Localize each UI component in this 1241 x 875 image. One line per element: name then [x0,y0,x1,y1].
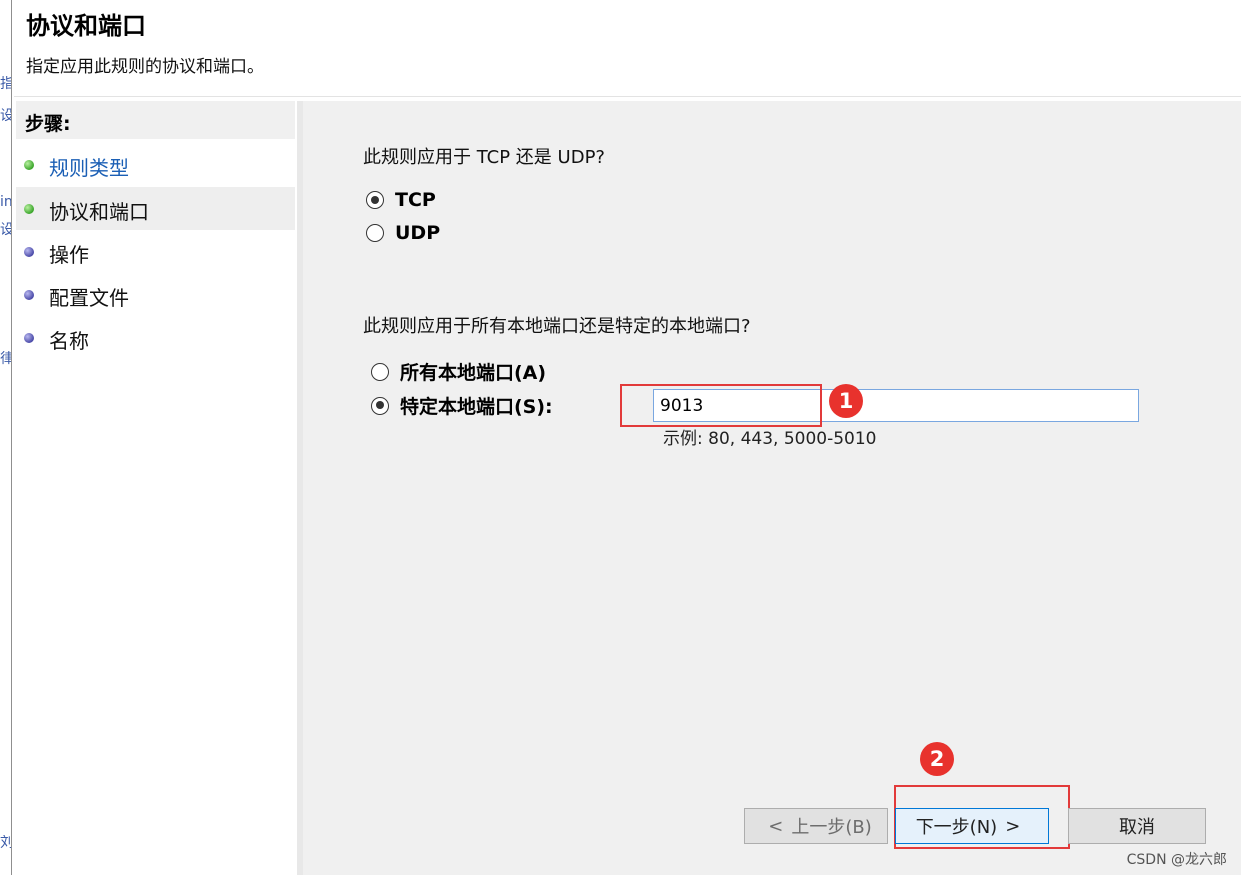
back-button[interactable]: < 上一步(B) [744,808,888,844]
next-button[interactable]: 下一步(N) > [895,808,1049,844]
radio-tcp[interactable]: TCP [366,189,436,211]
chevron-right-icon: > [1005,815,1021,837]
steps-heading: 步骤: [25,113,71,135]
next-button-label: 下一步(N) [915,817,998,838]
ports-example-text: 示例: 80, 443, 5000-5010 [663,429,877,449]
step-label: 规则类型 [49,156,129,180]
steps-panel: 步骤: 规则类型 协议和端口 操作 配置文件 名称 [14,101,297,875]
specific-ports-input[interactable] [653,389,1139,422]
radio-unchecked-icon[interactable] [371,362,389,381]
radio-all-local-ports[interactable]: 所有本地端口(A) [371,358,546,385]
page-title: 协议和端口 [26,12,146,40]
window-edge-divider [11,0,12,875]
step-dot-icon [24,290,34,300]
annotation-marker-2: 2 [920,742,954,776]
steps-header: 步骤: [16,101,295,139]
radio-tcp-label[interactable]: TCP [395,189,436,211]
annotation-marker-1: 1 [829,384,863,418]
radio-specific-ports-label[interactable]: 特定本地端口(S): [400,392,553,419]
header-divider [14,96,1241,97]
radio-checked-icon[interactable] [366,191,384,209]
step-item-profile: 配置文件 [16,273,295,316]
step-item-action: 操作 [16,230,295,273]
cancel-button[interactable]: 取消 [1068,808,1206,844]
wizard-window: 指 设 in 设 律 刘 协议和端口 指定应用此规则的协议和端口。 步骤: 规则… [0,0,1241,875]
radio-udp-label[interactable]: UDP [395,222,440,244]
radio-unchecked-icon[interactable] [366,224,384,242]
page-subtitle: 指定应用此规则的协议和端口。 [26,57,264,77]
chevron-left-icon: < [768,815,784,837]
radio-checked-icon[interactable] [371,396,389,415]
radio-specific-local-ports[interactable]: 特定本地端口(S): [371,392,553,419]
step-item-protocol-and-ports[interactable]: 协议和端口 [16,187,295,230]
step-item-name: 名称 [16,316,295,359]
step-dot-icon [24,204,34,214]
watermark: CSDN @龙六郎 [1126,852,1227,868]
step-label: 名称 [49,329,89,353]
ports-question: 此规则应用于所有本地端口还是特定的本地端口? [363,316,751,337]
step-label: 操作 [49,243,89,267]
content-area: 此规则应用于 TCP 还是 UDP? TCP UDP 此规则应用于所有本地端口还… [303,101,1241,875]
back-button-label: 上一步(B) [791,817,872,838]
step-label: 配置文件 [49,286,129,310]
step-dot-icon [24,247,34,257]
step-dot-icon [24,333,34,343]
step-item-rule-type[interactable]: 规则类型 [16,143,295,186]
radio-all-ports-label[interactable]: 所有本地端口(A) [400,358,546,385]
step-dot-icon [24,160,34,170]
protocol-question: 此规则应用于 TCP 还是 UDP? [363,147,605,168]
step-label: 协议和端口 [49,200,149,224]
cancel-button-label: 取消 [1119,817,1155,838]
radio-udp[interactable]: UDP [366,222,440,244]
